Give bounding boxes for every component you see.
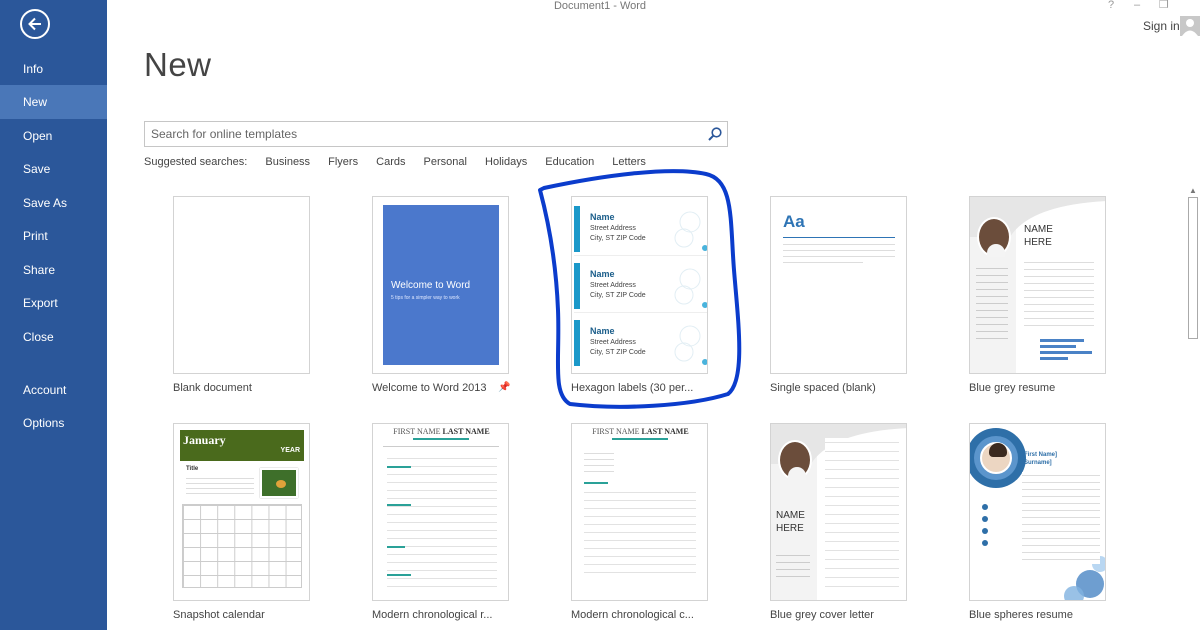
template-thumbnail: NAME HERE [770, 423, 907, 601]
calendar-year: YEAR [280, 447, 300, 454]
template-thumbnail: FIRST NAME LAST NAME [571, 423, 708, 601]
single-spaced-aa: Aa [783, 212, 805, 231]
resume-name-line-1: NAME [1024, 224, 1053, 235]
search-icon [708, 127, 722, 141]
template-search-box [144, 121, 728, 147]
suggested-link-flyers[interactable]: Flyers [328, 156, 358, 168]
resume-photo [977, 217, 1011, 257]
sidebar-item-open[interactable]: Open [0, 119, 107, 153]
pin-icon[interactable]: 📌 [498, 382, 510, 393]
avatar[interactable] [1180, 16, 1200, 36]
sidebar-item-account[interactable]: Account [0, 373, 107, 407]
sign-in-link[interactable]: Sign in [1143, 19, 1180, 33]
backstage-sidebar: Info New Open Save Save As Print Share E… [0, 0, 107, 630]
spheres-first-name: [First Name] [1022, 452, 1058, 458]
sidebar-item-new[interactable]: New [0, 85, 107, 119]
back-button[interactable] [20, 9, 50, 39]
sidebar-item-export[interactable]: Export [0, 286, 107, 320]
letter-last-name: LAST NAME [641, 427, 689, 436]
scroll-up-icon[interactable]: ▲ [1189, 186, 1197, 195]
calendar-header: January YEAR [180, 430, 304, 461]
welcome-thumb-subtitle: 5 tips for a simpler way to work [391, 295, 460, 301]
back-arrow-icon [28, 17, 41, 31]
window-title: Document1 - Word [553, 0, 647, 12]
calendar-month: January [183, 433, 226, 447]
template-name: Blank document [173, 382, 252, 394]
cover-name-line-1: NAME [776, 510, 805, 521]
template-thumbnail: Aa [770, 196, 907, 374]
suggested-link-holidays[interactable]: Holidays [485, 156, 527, 168]
user-icon [1182, 19, 1198, 36]
restore-button[interactable]: ❐ [1159, 0, 1169, 11]
template-thumbnail [173, 196, 310, 374]
template-name: Single spaced (blank) [770, 382, 876, 394]
letter-fullname: FIRST NAME LAST NAME [572, 427, 707, 436]
template-thumbnail: FIRST NAME LAST NAME [372, 423, 509, 601]
resume-name-line-2: HERE [1024, 237, 1052, 248]
suggested-link-personal[interactable]: Personal [424, 156, 467, 168]
template-name: Modern chronological c... [571, 609, 694, 621]
sidebar-item-close[interactable]: Close [0, 320, 107, 354]
sidebar-item-save-as[interactable]: Save As [0, 186, 107, 220]
calendar-thumb-title: Title [186, 466, 199, 472]
suggested-searches-label: Suggested searches: [144, 156, 248, 168]
cover-letter-photo [778, 440, 812, 480]
minimize-button[interactable]: – [1134, 0, 1140, 11]
welcome-thumb-title: Welcome to Word [391, 280, 471, 291]
sidebar-item-options[interactable]: Options [0, 406, 107, 440]
template-name: Modern chronological r... [372, 609, 493, 621]
scroll-thumb[interactable] [1188, 197, 1198, 339]
resume-fullname: FIRST NAME LAST NAME [373, 427, 508, 436]
suggested-link-cards[interactable]: Cards [376, 156, 405, 168]
template-thumbnail: January YEAR Title [173, 423, 310, 601]
template-name: Snapshot calendar [173, 609, 265, 621]
template-name: Welcome to Word 2013 [372, 382, 487, 394]
template-name: Blue spheres resume [969, 609, 1073, 621]
template-thumbnail: NAME HERE [969, 196, 1106, 374]
calendar-photo [260, 468, 298, 498]
spheres-surname: [Surname] [1022, 460, 1052, 466]
welcome-cover: Welcome to Word 5 tips for a simpler way… [383, 205, 499, 365]
highlight-circle-annotation [538, 169, 742, 409]
calendar-grid [182, 504, 302, 588]
sidebar-item-share[interactable]: Share [0, 253, 107, 287]
sidebar-item-print[interactable]: Print [0, 219, 107, 253]
template-thumbnail: [First Name] [Surname] [969, 423, 1106, 601]
suggested-link-business[interactable]: Business [265, 156, 310, 168]
sidebar-item-info[interactable]: Info [0, 52, 107, 86]
help-button[interactable]: ? [1108, 0, 1114, 11]
page-title: New [144, 46, 212, 83]
spheres-photo [980, 442, 1012, 474]
cover-name-line-2: HERE [776, 523, 804, 534]
search-button[interactable] [706, 126, 724, 143]
template-thumbnail: Welcome to Word 5 tips for a simpler way… [372, 196, 509, 374]
template-name: Blue grey resume [969, 382, 1056, 394]
vertical-scrollbar[interactable]: ▲ [1186, 185, 1200, 630]
letter-first-name: FIRST NAME [592, 427, 640, 436]
template-name: Blue grey cover letter [770, 609, 874, 621]
sidebar-item-save[interactable]: Save [0, 152, 107, 186]
resume-first-name: FIRST NAME [393, 427, 441, 436]
search-input[interactable] [145, 122, 690, 146]
resume-last-name: LAST NAME [442, 427, 490, 436]
